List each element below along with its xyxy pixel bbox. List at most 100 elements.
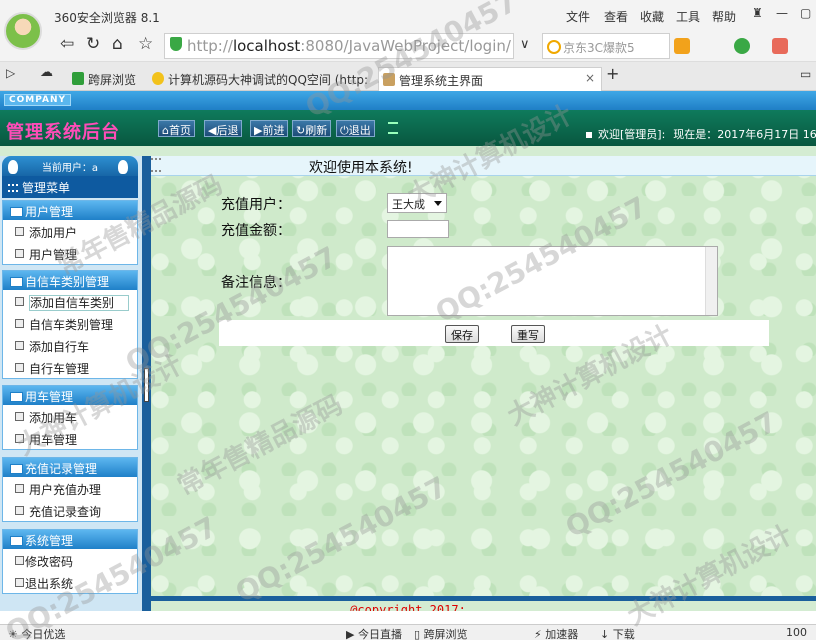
app-title: 管理系统后台	[6, 122, 120, 143]
phone-icon	[72, 72, 84, 85]
tab-label: 管理系统主界面	[399, 74, 484, 88]
dropdown-icon[interactable]: ∨	[520, 37, 530, 52]
item-label: 自信车类别管理	[29, 318, 114, 332]
copyright-text: @copyright 2017;	[350, 603, 466, 611]
sidebar-item-change-password[interactable]: 修改密码	[3, 549, 137, 571]
reset-button[interactable]: 重写	[511, 325, 545, 343]
page-icon	[383, 73, 395, 86]
tab-cross-screen[interactable]: 跨屏浏览	[68, 67, 142, 91]
status-label: 下载	[612, 628, 635, 640]
shirt-icon[interactable]: ♜	[752, 6, 763, 20]
home-button[interactable]: ⌂首页	[158, 120, 195, 137]
sidebar-item-logout[interactable]: 退出系统	[3, 571, 137, 593]
status-label: 今日优选	[21, 628, 66, 640]
logout-button[interactable]: ⏻退出	[336, 120, 375, 137]
memo-textarea[interactable]	[387, 246, 718, 316]
content-footer-bar	[151, 596, 816, 601]
app-header: 管理系统后台 ⌂首页 ◀后退 ▶前进 ↻刷新 ⏻退出 欢迎[管理员]: 现在是：2…	[0, 110, 816, 146]
back-icon[interactable]: ⇦	[60, 34, 74, 54]
main-menu-header: 管理菜单	[2, 176, 138, 198]
sidebar-item-recharge-query[interactable]: 充值记录查询	[3, 499, 137, 521]
forward-button[interactable]: ▶前进	[250, 120, 289, 137]
sidebar-item-add-rental[interactable]: 添加用车	[3, 405, 137, 427]
item-label: 退出系统	[25, 577, 74, 591]
group-header[interactable]: 系统管理	[3, 530, 137, 549]
item-label: 添加用车	[29, 411, 78, 425]
item-label: 用车管理	[29, 433, 78, 447]
forward-label: 前进	[262, 124, 285, 137]
close-tab-icon[interactable]: ×	[585, 71, 595, 85]
sidebar-item-add-category[interactable]: 添加自信车类别	[3, 290, 137, 312]
apps-icon[interactable]	[674, 38, 690, 54]
back-button[interactable]: ◀后退	[204, 120, 243, 137]
menu-favorites[interactable]: 收藏	[640, 8, 664, 25]
current-time: 现在是：2017年6月17日 16:3	[673, 128, 816, 141]
shield-icon	[170, 37, 182, 51]
menu-tools[interactable]: 工具	[676, 8, 700, 25]
group-header[interactable]: 用户管理	[3, 201, 137, 220]
collapse-sidebar-icon[interactable]	[144, 368, 149, 402]
search-input[interactable]: 京东3C爆款5	[542, 33, 670, 59]
status-label: 今日直播	[357, 628, 402, 640]
recharge-amount-input[interactable]	[387, 220, 449, 238]
status-zoom[interactable]: 100	[786, 626, 807, 639]
url-prefix: http://	[187, 37, 233, 55]
tab-qq-space[interactable]: 计算机源码大神调试的QQ空间 (http:	[148, 67, 374, 91]
status-daily-picks[interactable]: ☀ 今日优选	[8, 626, 65, 640]
pin-right-icon	[118, 160, 128, 174]
refresh-icon[interactable]: ↻	[86, 34, 100, 54]
refresh-button[interactable]: ↻刷新	[292, 120, 332, 137]
tab-list-icon[interactable]: ▭	[800, 67, 811, 81]
translate-icon[interactable]	[772, 38, 788, 54]
tab-bar: ▷ ☁ 跨屏浏览 计算机源码大神调试的QQ空间 (http: 管理系统主界面 ×…	[0, 62, 816, 91]
status-cross-screen[interactable]: ▯ 跨屏浏览	[414, 626, 468, 640]
tab-main-ui[interactable]: 管理系统主界面 ×	[378, 67, 602, 91]
item-label: 充值记录查询	[29, 505, 102, 519]
address-bar: ⇦ ↻ ⌂ ☆ http://localhost:8080/JavaWebPro…	[0, 30, 816, 62]
browser-name: 360安全浏览器 8.1	[54, 11, 160, 25]
sidebar-item-user-management[interactable]: 用户管理	[3, 242, 137, 264]
restore-icon[interactable]: ▢	[800, 6, 811, 20]
group-header[interactable]: 用车管理	[3, 386, 137, 405]
group-header[interactable]: 自信车类别管理	[3, 271, 137, 290]
new-tab-button[interactable]: +	[606, 64, 619, 83]
group-header[interactable]: 充值记录管理	[3, 458, 137, 477]
save-button[interactable]: 保存	[445, 325, 479, 343]
recharge-user-select[interactable]: 王大成	[387, 193, 447, 213]
group-recharge: 充值记录管理 用户充值办理 充值记录查询	[2, 457, 138, 522]
home-label: 首页	[168, 124, 191, 137]
current-user-bar: 当前用户：a	[2, 156, 138, 176]
sidebar-toggle-icon[interactable]: ▷	[6, 66, 15, 80]
security-icon[interactable]	[734, 38, 750, 54]
logout-label: 退出	[348, 124, 371, 137]
url-input[interactable]: http://localhost:8080/JavaWebProject/log…	[164, 33, 514, 59]
sidebar-item-add-bike[interactable]: 添加自行车	[3, 334, 137, 356]
status-label: 跨屏浏览	[423, 628, 468, 640]
status-download[interactable]: ↓ 下载	[600, 626, 635, 640]
user-avatar[interactable]	[4, 12, 42, 50]
home-icon[interactable]: ⌂	[112, 34, 123, 54]
sidebar-item-rental-management[interactable]: 用车管理	[3, 427, 137, 449]
status-accelerator[interactable]: ⚡ 加速器	[534, 626, 578, 640]
star-icon[interactable]: ☆	[138, 34, 153, 54]
menu-view[interactable]: 查看	[604, 8, 628, 25]
group-bike-category: 自信车类别管理 添加自信车类别 自信车类别管理 添加自行车 自行车管理	[2, 270, 138, 379]
minimize-icon[interactable]: —	[776, 6, 788, 20]
sidebar-item-add-user[interactable]: 添加用户	[3, 220, 137, 242]
group-system: 系统管理 修改密码 退出系统	[2, 529, 138, 594]
menu-file[interactable]: 文件	[566, 8, 590, 25]
sidebar-item-bike-management[interactable]: 自行车管理	[3, 356, 137, 378]
item-label: 修改密码	[25, 555, 74, 569]
memo-scrollbar[interactable]	[705, 247, 717, 315]
cloud-icon[interactable]: ☁	[40, 65, 53, 80]
welcome-info: 欢迎[管理员]: 现在是：2017年6月17日 16:3	[586, 126, 816, 142]
sidebar: 当前用户：a 管理菜单 用户管理 添加用户 用户管理 自信车类别管理 添加自信车…	[0, 156, 142, 611]
sidebar-item-category-management[interactable]: 自信车类别管理	[3, 312, 137, 334]
status-live[interactable]: ▶ 今日直播	[346, 626, 402, 640]
toolbar-grip-icon	[388, 122, 398, 134]
company-logo: COMPANY	[4, 94, 71, 106]
main-menu-label: 管理菜单	[22, 181, 71, 195]
chevron-down-icon	[434, 201, 442, 206]
menu-help[interactable]: 帮助	[712, 8, 736, 25]
sidebar-item-recharge[interactable]: 用户充值办理	[3, 477, 137, 499]
